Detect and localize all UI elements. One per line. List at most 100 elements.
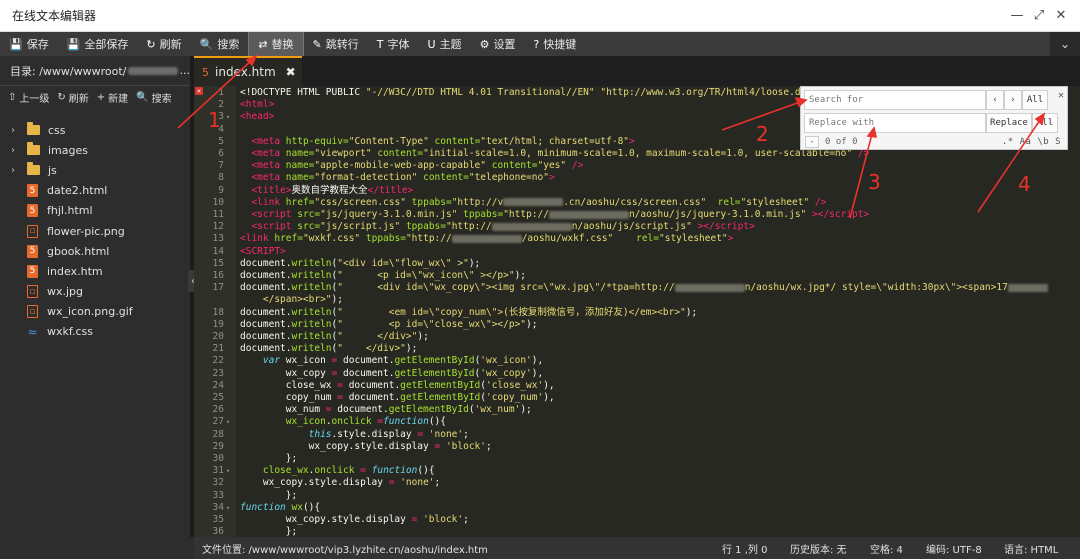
shortcuts-button[interactable]: ? 快捷键 xyxy=(524,32,585,56)
error-marker-icon[interactable]: ✕ xyxy=(195,87,203,95)
chevron-down-icon[interactable]: ⌄ xyxy=(1050,32,1080,56)
code-text: document.writeln(" </div>"); xyxy=(240,343,418,355)
file-item[interactable]: ≈ wxkf.css xyxy=(0,322,190,342)
code-text: wx_copy.style.display = 'none'; xyxy=(240,477,441,489)
search-options[interactable]: .* Aa \b S xyxy=(1002,137,1061,147)
save-button[interactable]: 💾 保存 xyxy=(0,32,58,56)
file-item[interactable]: 5 fhjl.html xyxy=(0,201,190,221)
folder-item[interactable]: › css xyxy=(0,120,190,140)
restore-icon[interactable]: ⤢ xyxy=(1030,6,1048,24)
save-label: 保存 xyxy=(26,38,49,51)
sidebar-refresh-button[interactable]: ↻ 刷新 xyxy=(57,90,88,105)
line-number: 34 xyxy=(212,501,224,513)
code-text: document.writeln(" <p id=\"close_wx\"></… xyxy=(240,318,538,330)
line-number: 36 xyxy=(212,526,224,537)
toggle-replace-button[interactable]: - xyxy=(805,136,819,148)
line-number: 29 xyxy=(212,440,224,452)
save-all-button[interactable]: 💾 全部保存 xyxy=(58,32,138,56)
find-next-button[interactable]: › xyxy=(1004,90,1022,110)
file-item[interactable]: 5 index.htm xyxy=(0,261,190,281)
fold-toggle-icon[interactable]: ▾ xyxy=(226,416,230,428)
settings-button[interactable]: ⚙ 设置 xyxy=(471,32,525,56)
find-all-button[interactable]: All xyxy=(1022,90,1048,110)
code-text: document.writeln("<div id=\"flow_wx\" >"… xyxy=(240,257,481,269)
history-version[interactable]: 历史版本: 无 xyxy=(790,541,847,556)
indent-setting[interactable]: 空格: 4 xyxy=(870,541,903,556)
help-icon: ? xyxy=(533,37,540,51)
file-item[interactable]: ▫ wx.jpg xyxy=(0,282,190,302)
line-number: 17 xyxy=(212,282,224,294)
replace-icon: ⇄ xyxy=(258,37,268,51)
image-file-icon: ▫ xyxy=(27,285,38,299)
directory-label: 目录: /www/wwwroot/ xyxy=(10,64,127,78)
font-label: 字体 xyxy=(387,38,410,51)
image-file-icon: ▫ xyxy=(27,305,38,319)
parent-dir-button[interactable]: ⇧ 上一级 xyxy=(8,90,49,105)
theme-icon: U xyxy=(427,37,436,51)
folder-item[interactable]: › js xyxy=(0,160,190,180)
code-text: wx_copy.style.display = 'block'; xyxy=(240,514,469,525)
folder-name: images xyxy=(48,143,88,157)
replace-button[interactable]: ⇄ 替换 xyxy=(248,32,304,56)
code-text: document.writeln(" <em id=\"copy_num\">(… xyxy=(240,306,698,318)
close-icon[interactable]: ✕ xyxy=(1052,6,1070,24)
replace-one-button[interactable]: Replace xyxy=(986,113,1032,133)
refresh-button[interactable]: ↻ 刷新 xyxy=(137,32,190,56)
html-file-icon: 5 xyxy=(27,264,38,278)
line-number: 26 xyxy=(212,404,224,416)
refresh-icon: ↻ xyxy=(57,91,66,103)
file-name: wx_icon.png.gif xyxy=(47,305,133,319)
code-text: wx_copy = document.getElementById('wx_co… xyxy=(240,367,544,379)
cursor-position[interactable]: 行 1 ,列 0 xyxy=(722,541,767,556)
floppy-stack-icon: 💾 xyxy=(66,37,81,51)
minimize-icon[interactable]: — xyxy=(1008,6,1026,24)
goto-line-button[interactable]: ✎ 跳转行 xyxy=(304,32,368,56)
line-number: 13 xyxy=(212,233,224,245)
image-file-icon: ▫ xyxy=(27,224,38,238)
fold-toggle-icon[interactable]: ▾ xyxy=(226,465,230,477)
html-file-icon: 5 xyxy=(27,184,38,198)
line-number: 27 xyxy=(212,416,224,428)
code-text: document.writeln(" <div id=\"wx_copy\"><… xyxy=(240,282,1048,294)
close-icon[interactable]: ✕ xyxy=(1058,90,1064,101)
code-text: <link href="wxkf.css" tppabs="http:///ao… xyxy=(240,233,734,245)
line-number: 8 xyxy=(218,172,224,184)
file-name: wx.jpg xyxy=(47,285,84,299)
tab-index-htm[interactable]: 5 index.htm ✖ xyxy=(194,56,302,86)
fold-toggle-icon[interactable]: ▾ xyxy=(226,502,230,514)
folder-item[interactable]: › images xyxy=(0,140,190,160)
code-text: <script src="js/script.js" tppabs="http:… xyxy=(251,221,755,233)
search-icon: 🔍 xyxy=(136,91,149,103)
sidebar-search-button[interactable]: 🔍 搜索 xyxy=(136,90,171,105)
language-setting[interactable]: 语言: HTML xyxy=(1004,541,1058,556)
code-text: <meta http-equiv="Content-Type" content=… xyxy=(251,135,635,147)
find-prev-button[interactable]: ‹ xyxy=(986,90,1004,110)
encoding-setting[interactable]: 编码: UTF-8 xyxy=(926,541,982,556)
replace-input[interactable] xyxy=(804,113,986,133)
fold-toggle-icon[interactable]: ▾ xyxy=(226,111,230,123)
tab-close-icon[interactable]: ✖ xyxy=(286,65,296,79)
search-button[interactable]: 🔍 搜索 xyxy=(191,32,249,56)
chevron-right-icon: › xyxy=(11,144,15,156)
file-item[interactable]: 5 date2.html xyxy=(0,181,190,201)
file-item[interactable]: ▫ wx_icon.png.gif xyxy=(0,302,190,322)
tab-bar: 5 index.htm ✖ xyxy=(194,56,1080,86)
theme-button[interactable]: U 主题 xyxy=(419,32,471,56)
line-number: 16 xyxy=(212,270,224,281)
code-text: close_wx = document.getElementById('clos… xyxy=(240,379,555,391)
font-button[interactable]: T 字体 xyxy=(368,32,419,56)
line-number: 22 xyxy=(212,355,224,367)
new-file-button[interactable]: + 新建 xyxy=(97,90,128,105)
line-number: 30 xyxy=(212,453,224,464)
code-text: var wx_icon = document.getElementById('w… xyxy=(262,355,544,367)
folder-name: js xyxy=(48,163,57,177)
gear-icon: ⚙ xyxy=(479,37,490,51)
search-input[interactable] xyxy=(804,90,986,110)
file-item[interactable]: 5 gbook.html xyxy=(0,241,190,261)
annotation-2: 2 xyxy=(756,122,769,146)
file-name: index.htm xyxy=(47,264,103,278)
sidebar-footer xyxy=(0,537,194,559)
file-item[interactable]: ▫ flower-pic.png xyxy=(0,221,190,241)
code-editor[interactable]: 1 ✕ <!DOCTYPE HTML PUBLIC "-//W3C//DTD HTM… xyxy=(194,86,1080,537)
replace-all-button[interactable]: All xyxy=(1032,113,1058,133)
